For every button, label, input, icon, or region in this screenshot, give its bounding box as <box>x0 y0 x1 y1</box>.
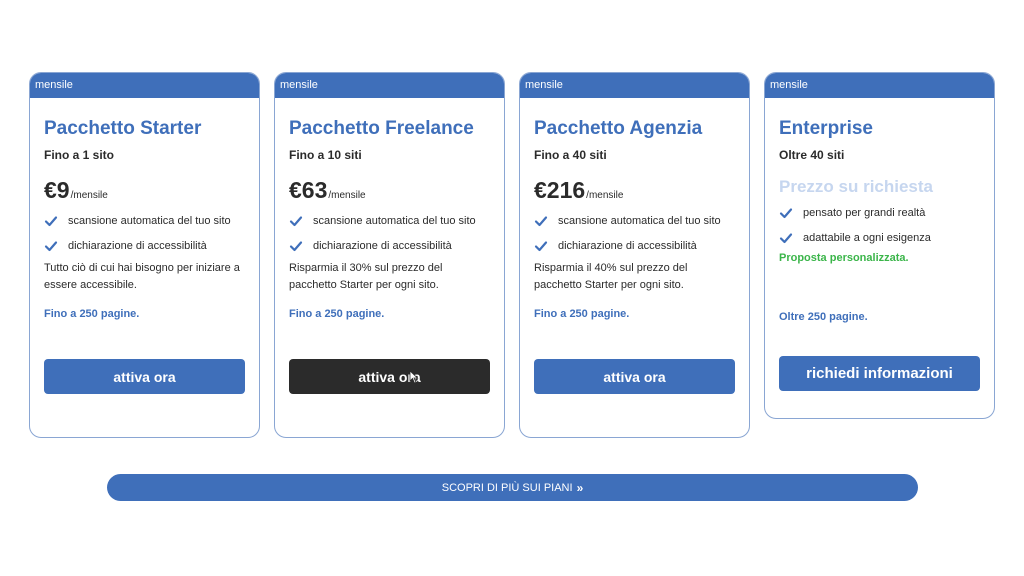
request-info-button[interactable]: richiedi informazioni <box>779 356 980 391</box>
feature-item: dichiarazione di accessibilità <box>289 237 490 255</box>
activate-button[interactable]: attiva ora <box>289 359 490 394</box>
plan-card-enterprise: mensile Enterprise Oltre 40 siti Prezzo … <box>764 72 995 419</box>
plan-badge: mensile <box>275 73 504 98</box>
more-plans-link[interactable]: SCOPRI DI PIÙ SUI PIANI » <box>107 474 918 501</box>
plan-price: €9/mensile <box>44 177 245 205</box>
plan-badge: mensile <box>30 73 259 98</box>
plan-title: Pacchetto Freelance <box>289 118 474 139</box>
page-limit: Fino a 250 pagine. <box>289 308 385 320</box>
price-amount: €216 <box>534 177 586 203</box>
feature-label: scansione automatica del tuo sito <box>68 215 231 227</box>
mouse-cursor-icon <box>409 370 419 384</box>
check-icon <box>779 208 793 219</box>
plan-subtitle: Fino a 1 sito <box>44 148 115 162</box>
plan-subtitle: Fino a 40 siti <box>534 148 607 162</box>
feature-label: scansione automatica del tuo sito <box>313 215 476 227</box>
plan-title: Pacchetto Starter <box>44 118 202 139</box>
page-limit: Fino a 250 pagine. <box>534 308 630 320</box>
page-limit: Fino a 250 pagine. <box>44 308 140 320</box>
feature-item: adattabile a ogni esigenza <box>779 229 980 247</box>
plan-card-freelance: mensile Pacchetto Freelance Fino a 10 si… <box>274 72 505 438</box>
plan-description: Tutto ciò di cui hai bisogno per iniziar… <box>44 262 240 291</box>
feature-item: pensato per grandi realtà <box>779 204 980 222</box>
double-chevron-right-icon: » <box>576 480 584 495</box>
plan-title: Pacchetto Agenzia <box>534 118 703 139</box>
check-icon <box>534 241 548 252</box>
more-plans-label: SCOPRI DI PIÙ SUI PIANI <box>441 481 573 494</box>
plan-subtitle: Fino a 10 siti <box>289 148 362 162</box>
check-icon <box>289 216 303 227</box>
feature-label: scansione automatica del tuo sito <box>558 215 721 227</box>
price-period: /mensile <box>586 190 624 201</box>
price-amount: €63 <box>289 177 328 203</box>
feature-item: dichiarazione di accessibilità <box>534 237 735 255</box>
plan-card-agenzia: mensile Pacchetto Agenzia Fino a 40 siti… <box>519 72 750 438</box>
price-period: /mensile <box>328 190 366 201</box>
plan-title: Enterprise <box>779 118 873 139</box>
check-icon <box>534 216 548 227</box>
check-icon <box>44 241 58 252</box>
price-amount: €9 <box>44 177 70 203</box>
feature-item: scansione automatica del tuo sito <box>289 212 490 230</box>
check-icon <box>44 216 58 227</box>
feature-label: dichiarazione di accessibilità <box>558 240 697 252</box>
feature-item: scansione automatica del tuo sito <box>44 212 245 230</box>
page-limit: Oltre 250 pagine. <box>779 311 868 323</box>
price-on-request: Prezzo su richiesta <box>779 177 934 196</box>
custom-offer-note: Proposta personalizzata. <box>779 252 909 264</box>
feature-item: scansione automatica del tuo sito <box>534 212 735 230</box>
check-icon <box>289 241 303 252</box>
plan-badge: mensile <box>520 73 749 98</box>
feature-label: dichiarazione di accessibilità <box>68 240 207 252</box>
feature-label: pensato per grandi realtà <box>803 207 926 219</box>
plan-price: €216/mensile <box>534 177 735 205</box>
activate-button[interactable]: attiva ora <box>534 359 735 394</box>
feature-item: dichiarazione di accessibilità <box>44 237 245 255</box>
plan-description: Risparmia il 30% sul prezzo del pacchett… <box>289 262 443 291</box>
price-period: /mensile <box>70 190 108 201</box>
plan-badge: mensile <box>765 73 994 98</box>
plan-subtitle: Oltre 40 siti <box>779 148 845 162</box>
plan-card-starter: mensile Pacchetto Starter Fino a 1 sito … <box>29 72 260 438</box>
plan-price: €63/mensile <box>289 177 490 205</box>
plan-description: Risparmia il 40% sul prezzo del pacchett… <box>534 262 688 291</box>
feature-label: dichiarazione di accessibilità <box>313 240 452 252</box>
feature-label: adattabile a ogni esigenza <box>803 232 931 244</box>
activate-button[interactable]: attiva ora <box>44 359 245 394</box>
check-icon <box>779 233 793 244</box>
